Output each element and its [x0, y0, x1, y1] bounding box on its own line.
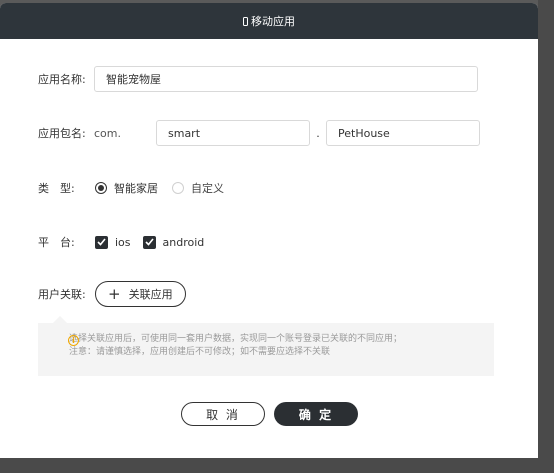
platform-android-checkbox[interactable]: android	[142, 235, 205, 249]
package-part1-input[interactable]	[156, 120, 310, 146]
package-prefix: com.	[94, 126, 121, 140]
info-icon: i	[68, 335, 79, 346]
radio-selected-icon	[95, 182, 107, 194]
user-link-row: 用户关联: + 关联应用	[38, 281, 186, 307]
link-app-label: 关联应用	[128, 288, 173, 301]
tip-arrow	[53, 316, 67, 323]
platform-ios-label: ios	[115, 235, 131, 249]
app-name-row: 应用名称:	[38, 66, 478, 92]
tip-line2: 注意：请谨慎选择，应用创建后不可修改；如不需要应选择不关联	[69, 347, 331, 357]
checkbox-checked-icon	[142, 235, 156, 249]
tip-line1: 选择关联应用后，可使用同一套用户数据，实现同一个账号登录已关联的不同应用；	[69, 334, 403, 344]
type-option-label: 自定义	[191, 182, 224, 195]
link-tip-box: i 选择关联应用后，可使用同一套用户数据，实现同一个账号登录已关联的不同应用； …	[38, 323, 494, 376]
package-part2-input[interactable]	[326, 120, 480, 146]
package-name-row: 应用包名: com. .	[38, 120, 480, 146]
platform-android-label: android	[162, 235, 205, 249]
cancel-button[interactable]: 取 消	[181, 402, 265, 426]
type-option-smart-home[interactable]: 智能家居	[95, 180, 158, 196]
package-dot: .	[316, 126, 320, 140]
background-overlay-right	[538, 0, 554, 473]
type-option-custom[interactable]: 自定义	[172, 180, 224, 196]
package-name-label: 应用包名:	[38, 127, 86, 140]
app-name-input[interactable]	[94, 66, 478, 92]
platform-ios-checkbox[interactable]: ios	[95, 235, 131, 249]
background-overlay-bottom	[0, 458, 554, 473]
app-name-label: 应用名称:	[38, 73, 86, 86]
type-option-label: 智能家居	[114, 182, 158, 195]
checkbox-checked-icon	[95, 235, 108, 249]
user-link-label: 用户关联:	[38, 288, 86, 301]
type-row: 类 型: 智能家居 自定义	[38, 180, 238, 196]
phone-icon	[243, 16, 248, 26]
type-label: 类 型:	[38, 182, 75, 195]
platform-label: 平 台:	[38, 236, 75, 249]
dialog-title: 移动应用	[251, 15, 295, 28]
confirm-button[interactable]: 确 定	[274, 402, 358, 426]
radio-unselected-icon	[172, 182, 184, 194]
plus-icon: +	[108, 284, 121, 303]
dialog-header: 移动应用	[0, 3, 538, 39]
platform-row: 平 台: ios android	[38, 234, 216, 250]
mobile-app-dialog: 移动应用 应用名称: 应用包名: com. . 类 型: 智能家居 自定义 平 …	[0, 3, 538, 458]
link-app-button[interactable]: + 关联应用	[95, 281, 186, 307]
